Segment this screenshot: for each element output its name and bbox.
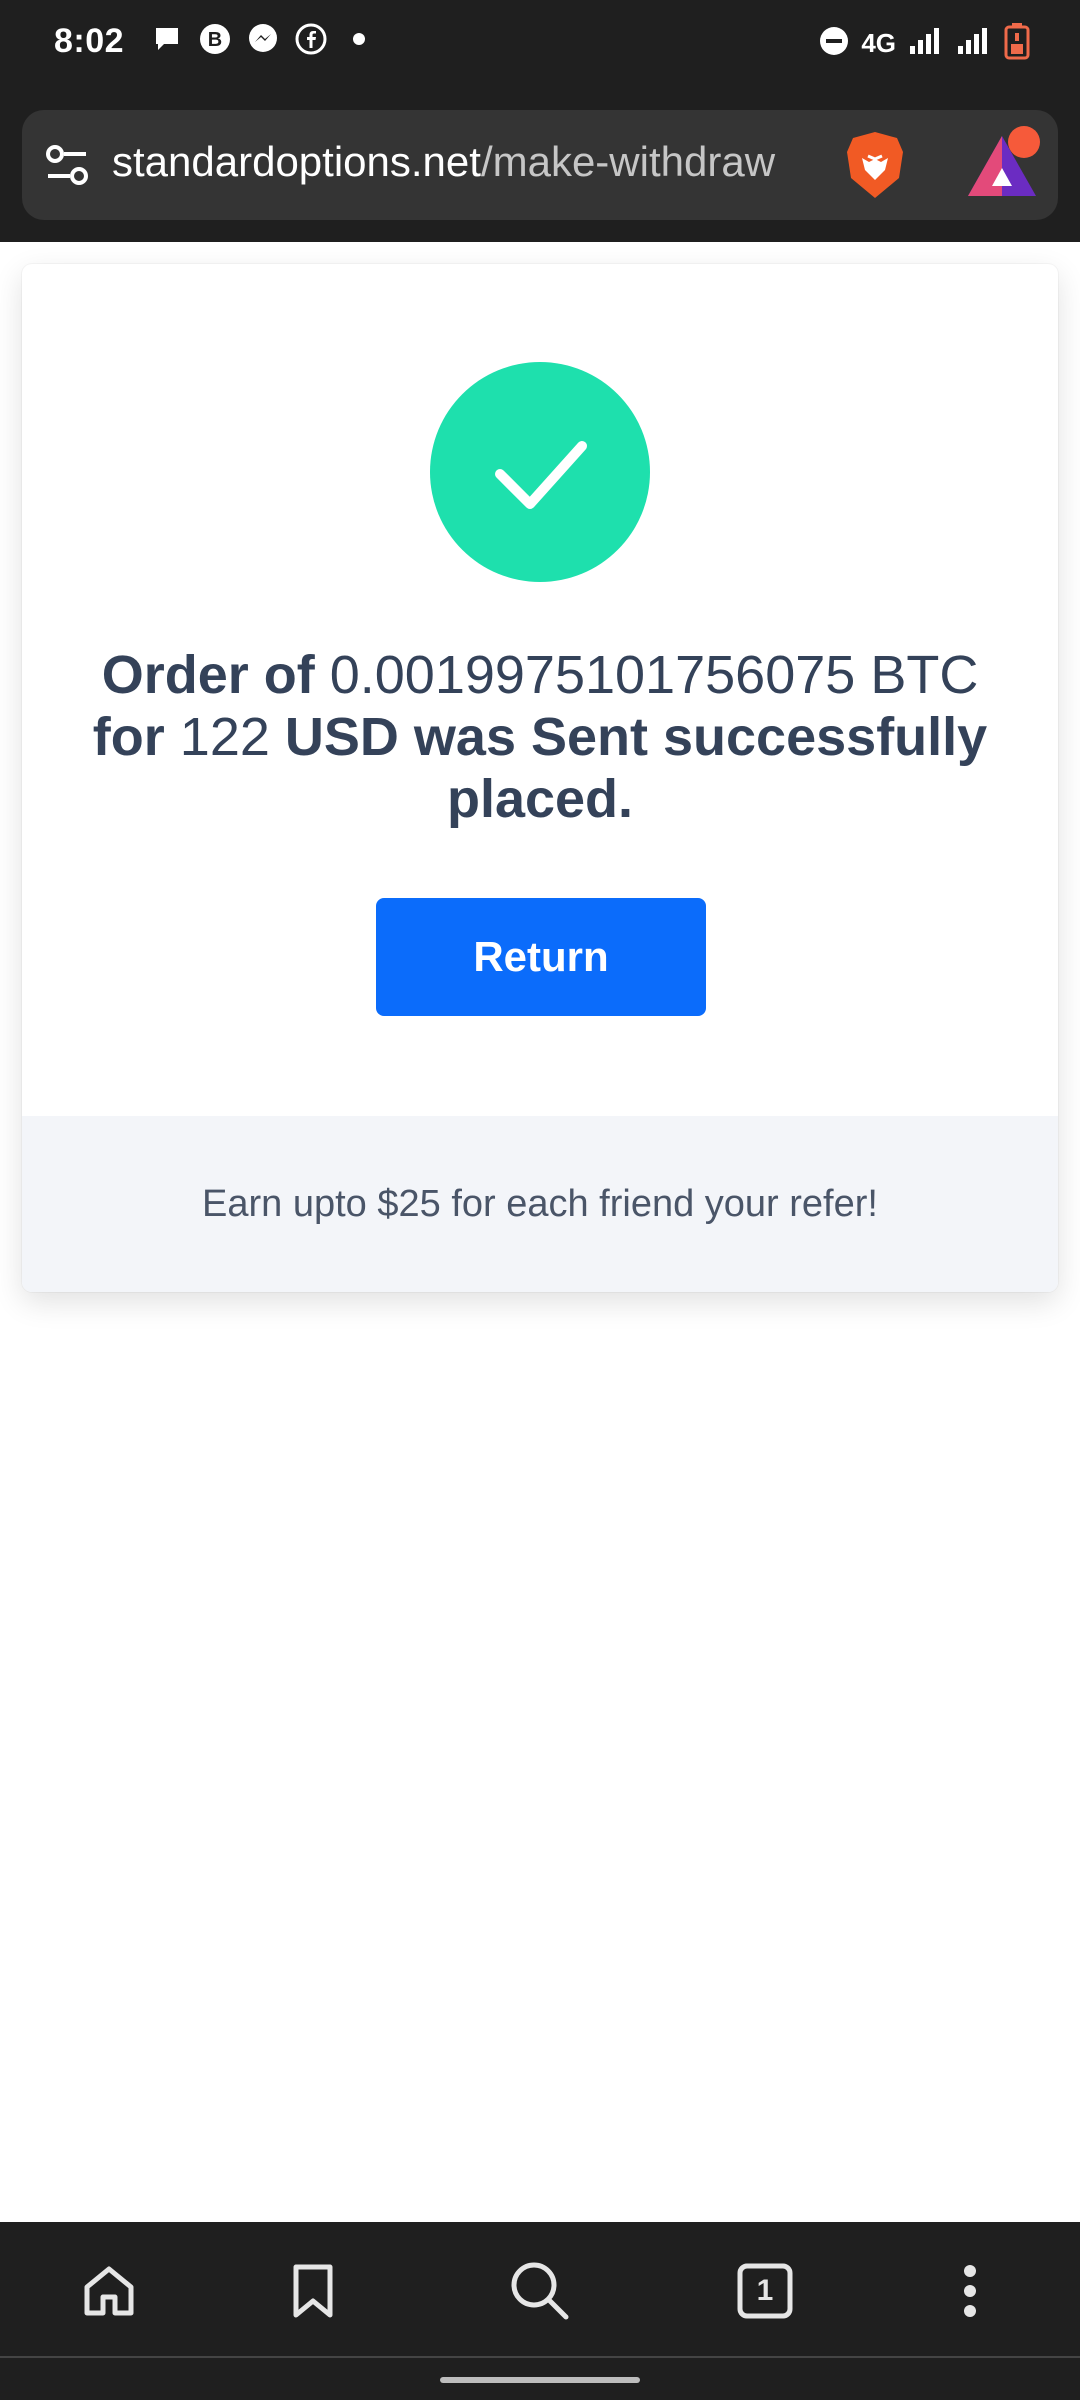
home-indicator[interactable]: [440, 2377, 640, 2383]
battery-low-icon: [1004, 22, 1030, 65]
signal-icon: [908, 26, 944, 61]
url-text[interactable]: standardoptions.net/make-withdraw: [112, 138, 832, 186]
success-check-icon: [430, 362, 650, 582]
site-settings-icon[interactable]: [44, 140, 90, 190]
network-type: 4G: [861, 28, 896, 58]
bitcoin-b-icon: B: [198, 22, 232, 56]
more-icon[interactable]: [935, 2256, 1005, 2326]
notification-icons: B: [150, 22, 376, 56]
browser-toolbar: standardoptions.net/make-withdraw: [0, 88, 1080, 242]
browser-bottom-bar: 1: [0, 2222, 1080, 2400]
status-bar: 8:02 B 4G: [0, 0, 1080, 88]
brave-rewards-icon[interactable]: [962, 124, 1048, 204]
referral-footer: Earn upto $25 for each friend your refer…: [22, 1116, 1058, 1292]
tabs-icon[interactable]: 1: [730, 2256, 800, 2326]
url-path: /make-withdraw: [480, 138, 776, 185]
status-time: 8:02: [54, 22, 125, 60]
svg-text:B: B: [208, 29, 222, 51]
system-icons: 4G: [819, 22, 1030, 65]
search-icon[interactable]: [505, 2256, 575, 2326]
brave-shields-icon[interactable]: [838, 128, 912, 202]
messenger-icon: [246, 22, 280, 56]
signal-icon: [956, 26, 992, 61]
order-status-text: USD was Sent successfully placed.: [284, 707, 988, 829]
order-message: Order of 0.0019975101756075 BTC for 122 …: [82, 644, 998, 830]
order-confirmation-card: Order of 0.0019975101756075 BTC for 122 …: [22, 264, 1058, 1292]
address-bar[interactable]: standardoptions.net/make-withdraw: [22, 110, 1058, 220]
order-prefix: Order of: [101, 645, 315, 705]
return-button[interactable]: Return: [376, 898, 706, 1016]
do-not-disturb-icon: [819, 26, 849, 61]
btc-amount: 0.0019975101756075: [329, 645, 856, 705]
nav-divider: [0, 2356, 1080, 2358]
dot-icon: [342, 22, 376, 56]
btc-unit: BTC: [870, 645, 979, 705]
bookmark-icon[interactable]: [278, 2256, 348, 2326]
for-label: for: [92, 707, 165, 767]
facebook-icon: [294, 22, 328, 56]
referral-text: Earn upto $25 for each friend your refer…: [202, 1182, 878, 1225]
chat-bubble-icon: [150, 22, 184, 56]
home-icon[interactable]: [74, 2256, 144, 2326]
usd-amount: 122: [179, 707, 270, 767]
tab-count: 1: [756, 2274, 774, 2307]
url-domain: standardoptions.net: [112, 138, 481, 185]
